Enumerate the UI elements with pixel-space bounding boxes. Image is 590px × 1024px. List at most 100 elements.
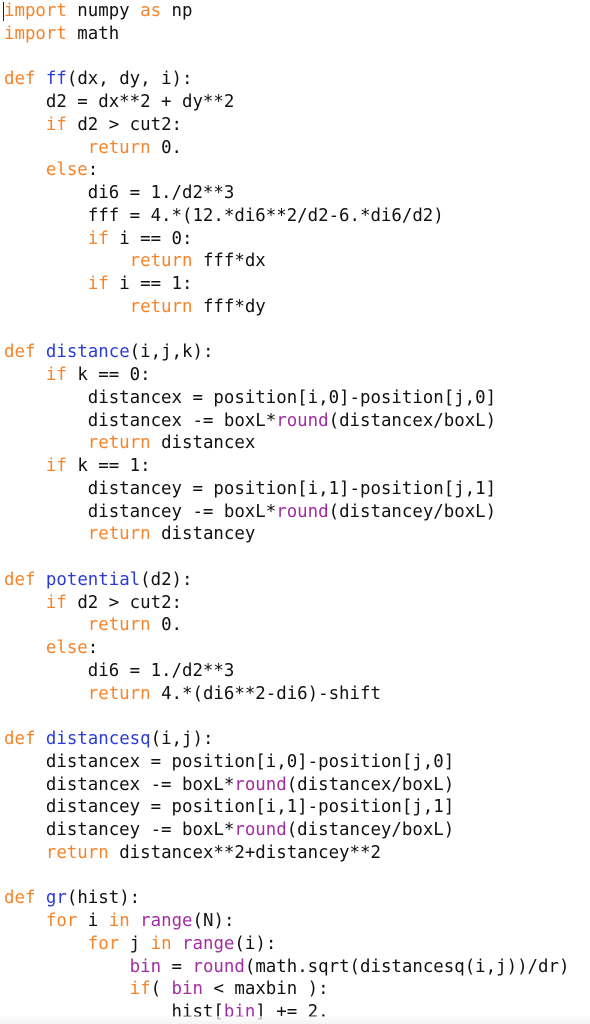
code-line[interactable]: if k == 0: xyxy=(4,364,569,387)
keyword-token: def xyxy=(4,729,36,749)
code-line[interactable]: distancex -= boxL*round(distancex/boxL) xyxy=(4,774,569,797)
code-text: i xyxy=(77,911,109,931)
code-text: j xyxy=(119,933,151,954)
code-line[interactable]: if d2 > cut2: xyxy=(4,114,569,137)
code-line[interactable]: distancex = position[i,0]-position[j,0] xyxy=(4,751,569,774)
builtin-token: bin xyxy=(171,979,203,1000)
code-line[interactable]: return fff*dy xyxy=(4,296,569,319)
code-line[interactable]: d2 = dx**2 + dy**2 xyxy=(4,91,569,114)
code-line[interactable]: return 0. xyxy=(4,614,569,637)
code-line[interactable] xyxy=(4,546,569,569)
code-line[interactable]: else: xyxy=(4,637,569,660)
code-line[interactable]: if i == 0: xyxy=(4,228,569,251)
keyword-token: if xyxy=(45,365,67,385)
code-text: : xyxy=(87,160,99,181)
keyword-token: else xyxy=(45,638,88,658)
code-line[interactable]: def potential(d2): xyxy=(4,569,569,592)
code-line[interactable]: def distancesq(i,j): xyxy=(4,728,569,751)
code-line[interactable]: if i == 1: xyxy=(4,273,569,296)
code-line[interactable] xyxy=(4,319,569,342)
code-text: fff*dx xyxy=(192,251,266,272)
code-text: 0. xyxy=(150,137,183,158)
code-line[interactable] xyxy=(4,705,569,728)
code-line[interactable]: for j in range(i): xyxy=(4,933,569,956)
code-text: k == 1: xyxy=(66,456,151,476)
code-line[interactable]: if( bin < maxbin ): xyxy=(4,978,569,1001)
function-name-token: distancesq xyxy=(45,729,151,749)
code-line[interactable]: else: xyxy=(4,159,569,182)
keyword-token: in xyxy=(108,911,130,931)
code-text: < maxbin ): xyxy=(202,979,329,1000)
code-line[interactable] xyxy=(4,865,569,888)
keyword-token: return xyxy=(87,524,151,545)
bottom-edge-fade xyxy=(0,1016,590,1024)
keyword-token: if xyxy=(45,592,67,613)
code-text: d2 > cut2: xyxy=(66,114,183,135)
code-text: d2 > cut2: xyxy=(66,592,183,613)
code-text: (d2): xyxy=(140,569,193,590)
code-line[interactable]: distancey = position[i,1]-position[j,1] xyxy=(4,478,569,501)
code-line[interactable]: distancex = position[i,0]-position[j,0] xyxy=(4,387,569,410)
code-text: (i,j): xyxy=(150,729,214,749)
keyword-token: return xyxy=(87,137,151,158)
keyword-token: return xyxy=(129,296,193,317)
code-line[interactable]: return distancex xyxy=(4,432,569,455)
keyword-token: return xyxy=(87,683,151,704)
code-line[interactable]: distancex -= boxL*round(distancex/boxL) xyxy=(4,410,569,433)
code-text: distancey = position[i,1]-position[j,1] xyxy=(4,797,455,818)
code-line[interactable]: def gr(hist): xyxy=(4,887,569,910)
code-line[interactable]: return 0. xyxy=(4,137,569,160)
code-line[interactable]: for i in range(N): xyxy=(4,910,569,933)
code-text: d2 = dx**2 + dy**2 xyxy=(4,92,235,112)
code-text: distancey xyxy=(150,524,256,545)
code-line[interactable]: bin = round(math.sqrt(distancesq(i,j))/d… xyxy=(4,956,570,979)
code-line[interactable]: if d2 > cut2: xyxy=(4,592,569,615)
keyword-token: def xyxy=(4,569,36,590)
code-area[interactable]: import numpy as np import math def ff(dx,… xyxy=(4,0,569,1024)
keyword-token: for xyxy=(45,911,78,931)
code-text: i == 1: xyxy=(108,274,193,294)
code-line[interactable]: distancey -= boxL*round(distancey/boxL) xyxy=(4,501,569,524)
code-text: distancex = position[i,0]-position[j,0] xyxy=(4,387,497,408)
code-text: (distancey/boxL) xyxy=(286,820,455,840)
code-line[interactable]: import math xyxy=(4,23,569,46)
code-line[interactable]: return fff*dx xyxy=(4,250,569,273)
code-text: di6 = 1./d2**3 xyxy=(4,660,235,681)
keyword-token: def xyxy=(4,342,36,363)
code-line[interactable]: distancey -= boxL*round(distancey/boxL) xyxy=(4,819,569,842)
code-line[interactable]: return distancey xyxy=(4,523,569,546)
code-text: k == 0: xyxy=(66,365,151,385)
code-line[interactable] xyxy=(4,46,569,69)
keyword-token: if xyxy=(129,979,151,1000)
code-line[interactable]: if k == 1: xyxy=(4,455,569,478)
code-text: fff*dy xyxy=(192,296,266,317)
code-line[interactable]: distancey = position[i,1]-position[j,1] xyxy=(4,796,569,819)
code-text: (dx, dy, i): xyxy=(66,69,193,90)
code-line[interactable]: import numpy as np xyxy=(4,0,569,23)
code-line[interactable]: fff = 4.*(12.*di6**2/d2-6.*di6/d2) xyxy=(4,205,569,228)
code-line[interactable]: return distancex**2+distancey**2 xyxy=(4,842,569,865)
code-text: (hist): xyxy=(66,888,141,909)
code-line[interactable]: def distance(i,j,k): xyxy=(4,341,569,364)
code-text: distancex**2+distancey**2 xyxy=(108,842,381,863)
keyword-token: def xyxy=(4,69,36,90)
code-line[interactable]: return 4.*(di6**2-di6)-shift xyxy=(4,683,569,706)
function-name-token: ff xyxy=(45,69,67,90)
keyword-token: if xyxy=(45,456,67,476)
code-line[interactable]: def ff(dx, dy, i): xyxy=(4,68,569,91)
code-line[interactable]: di6 = 1./d2**3 xyxy=(4,660,569,683)
keyword-token: in xyxy=(150,933,172,954)
keyword-token: as xyxy=(140,1,162,21)
code-editor[interactable]: import numpy as np import math def ff(dx,… xyxy=(0,0,590,1024)
code-line[interactable]: di6 = 1./d2**3 xyxy=(4,182,569,205)
